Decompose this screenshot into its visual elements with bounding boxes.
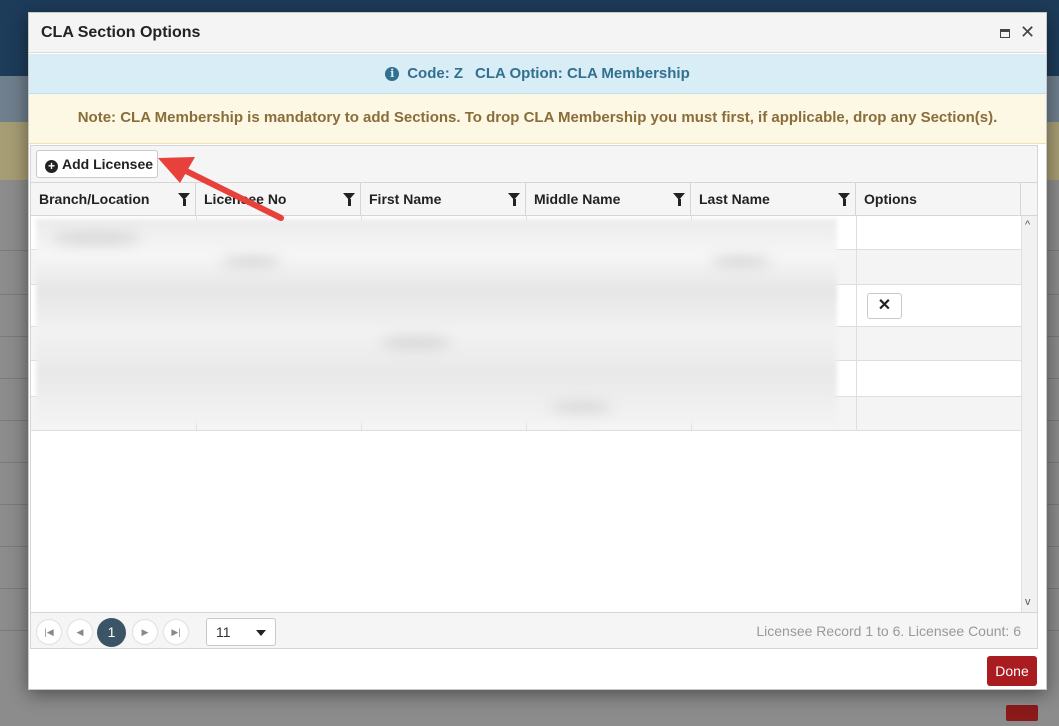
column-label: Licensee No: [204, 191, 287, 207]
redacted-data: [221, 256, 281, 268]
cla-section-options-dialog: CLA Section Options ✕ i Code: Z CLA Option…: [28, 12, 1047, 690]
pager-info: Licensee Record 1 to 6. Licensee Count: …: [756, 623, 1021, 639]
prev-page-icon[interactable]: ◀: [67, 619, 93, 645]
done-button[interactable]: Done: [987, 656, 1037, 686]
scroll-down-icon[interactable]: v: [1025, 596, 1031, 608]
maximize-icon[interactable]: [1000, 29, 1010, 38]
info-code: Code: Z: [407, 65, 464, 82]
grid-pager: |◀ ◀ 1 ▶ ▶| 11 Licensee Record 1 to 6. L…: [31, 612, 1037, 648]
column-label: Options: [864, 191, 917, 207]
filter-icon[interactable]: [838, 193, 850, 206]
column-label: Middle Name: [534, 191, 621, 207]
column-header-licensee-no[interactable]: Licensee No: [196, 183, 361, 215]
column-header-middle-name[interactable]: Middle Name: [526, 183, 691, 215]
chevron-down-icon: [256, 630, 266, 636]
redacted-data: [51, 231, 141, 245]
filter-icon[interactable]: [508, 193, 520, 206]
column-label: First Name: [369, 191, 442, 207]
redacted-data: [36, 219, 837, 424]
column-label: Last Name: [699, 191, 770, 207]
redacted-data: [551, 401, 611, 413]
column-header-first-name[interactable]: First Name: [361, 183, 526, 215]
plus-circle-icon: +: [45, 160, 58, 173]
remove-row-button[interactable]: ✕: [867, 293, 902, 319]
last-page-icon[interactable]: ▶|: [163, 619, 189, 645]
filter-icon[interactable]: [343, 193, 355, 206]
licensee-grid: + Add Licensee Branch/Location Licensee N…: [30, 145, 1038, 649]
info-option: CLA Option: CLA Membership: [475, 65, 690, 82]
info-icon: i: [385, 67, 400, 81]
page-size-select[interactable]: 11: [206, 618, 276, 646]
next-page-icon[interactable]: ▶: [132, 619, 158, 645]
redacted-data: [711, 256, 771, 268]
column-divider: [856, 216, 857, 431]
info-text: i Code: Z CLA Option: CLA Membership: [29, 65, 1046, 82]
column-header-branch[interactable]: Branch/Location: [31, 183, 196, 215]
column-header-last-name[interactable]: Last Name: [691, 183, 856, 215]
column-label: Branch/Location: [39, 191, 150, 207]
redacted-data: [381, 336, 451, 350]
vertical-scrollbar[interactable]: ^ v: [1021, 216, 1037, 612]
filter-icon[interactable]: [673, 193, 685, 206]
note-bar: Note: CLA Membership is mandatory to add…: [29, 94, 1046, 144]
grid-header: Branch/Location Licensee No First Name M…: [31, 183, 1037, 216]
note-text: Note: CLA Membership is mandatory to add…: [77, 109, 998, 126]
grid-toolbar: + Add Licensee: [31, 146, 1037, 183]
dialog-titlebar: CLA Section Options ✕: [29, 13, 1046, 53]
dialog-title: CLA Section Options: [41, 24, 201, 41]
grid-body: ✕: [31, 216, 1021, 612]
background-button: [1006, 705, 1038, 721]
add-licensee-button[interactable]: + Add Licensee: [36, 150, 158, 178]
page-size-value: 11: [216, 624, 231, 640]
first-page-icon[interactable]: |◀: [36, 619, 62, 645]
current-page[interactable]: 1: [97, 618, 126, 647]
column-header-options: Options: [856, 183, 1021, 215]
scroll-up-icon[interactable]: ^: [1025, 219, 1030, 231]
close-icon[interactable]: ✕: [1020, 22, 1035, 43]
info-bar: i Code: Z CLA Option: CLA Membership: [29, 54, 1046, 94]
add-licensee-label: Add Licensee: [62, 156, 154, 172]
filter-icon[interactable]: [178, 193, 190, 206]
